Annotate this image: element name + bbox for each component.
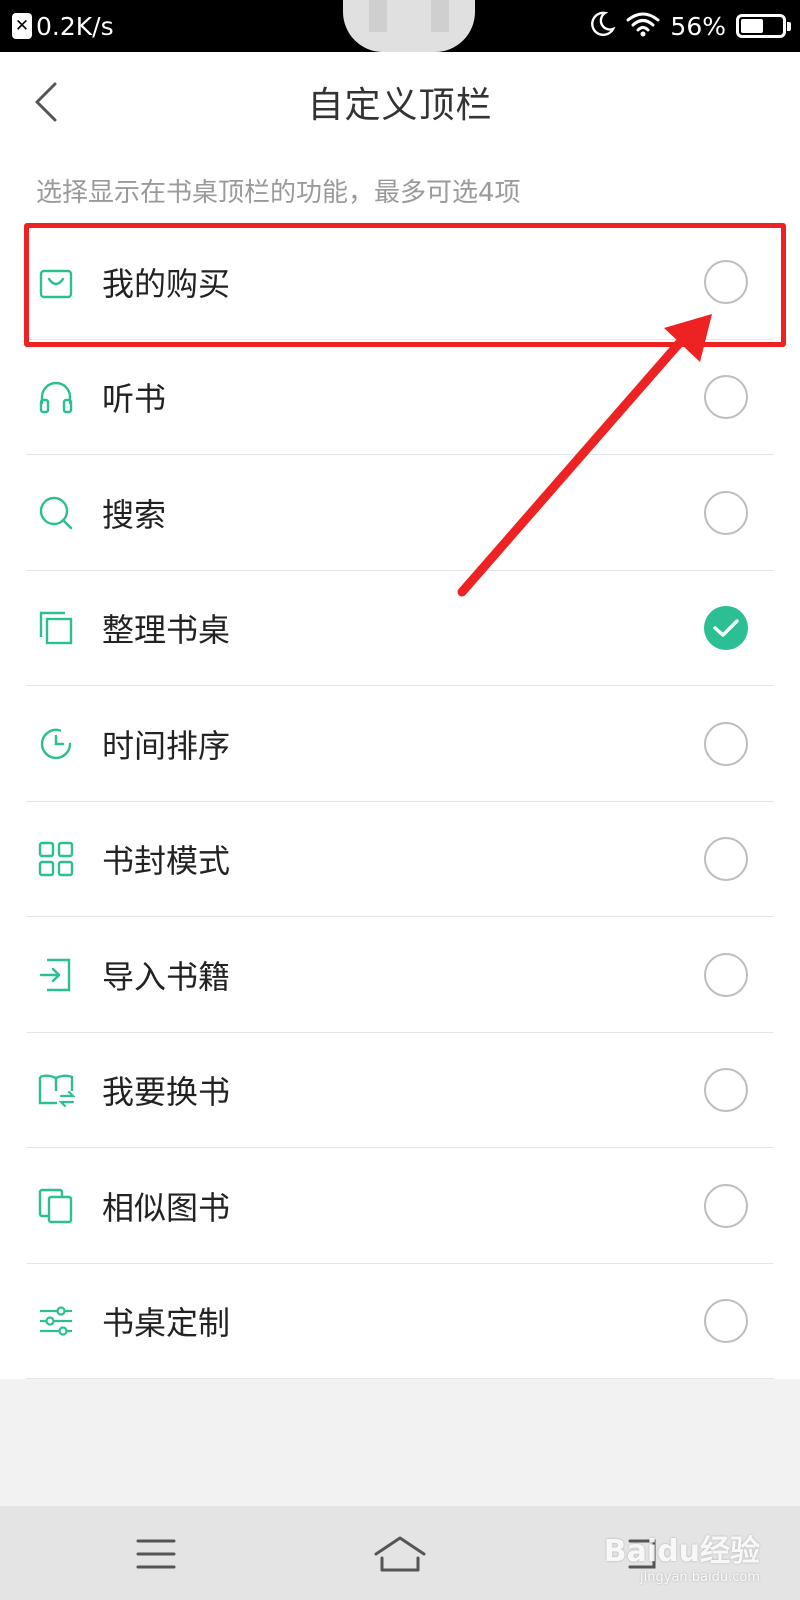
- organize-icon: [36, 608, 76, 648]
- watermark-url: jingyan.baidu.com: [640, 1570, 760, 1585]
- home-button[interactable]: [370, 1526, 430, 1582]
- list-item-label: 搜索: [102, 495, 167, 534]
- status-bar: ✕ 0.2K/s 56%: [0, 0, 800, 52]
- list-item-label: 导入书籍: [102, 957, 231, 996]
- checkmark-icon: [713, 619, 739, 637]
- list-item-similar[interactable]: 相似图书: [0, 1148, 800, 1264]
- battery-level: [741, 19, 764, 33]
- subtitle-area: 选择显示在书桌顶栏的功能，最多可选4项: [0, 152, 800, 224]
- list-item-exchange[interactable]: 我要换书: [0, 1033, 800, 1148]
- wifi-icon: [626, 10, 660, 42]
- exchange-book-icon: [36, 1070, 76, 1110]
- radio-unchecked[interactable]: [704, 1068, 748, 1113]
- battery-icon: [736, 14, 791, 38]
- list-item-import[interactable]: 导入书籍: [0, 917, 800, 1033]
- page: ✕ 0.2K/s 56% 自定义顶栏 选择显示在书桌顶栏的功能，最多可选4项 我…: [0, 0, 800, 1600]
- radio-unchecked[interactable]: [704, 1299, 748, 1344]
- sliders-icon: [36, 1301, 76, 1341]
- list-item-time-sort[interactable]: 时间排序: [0, 686, 800, 802]
- camera-notch: [343, 0, 475, 52]
- menu-icon: [136, 1539, 176, 1569]
- divider: [26, 1378, 774, 1379]
- radio-unchecked[interactable]: [704, 721, 748, 766]
- menu-button[interactable]: [126, 1526, 186, 1582]
- battery-percent: 56%: [670, 11, 726, 41]
- radio-unchecked[interactable]: [704, 259, 748, 304]
- radio-unchecked[interactable]: [704, 952, 748, 997]
- list-item-label: 整理书桌: [102, 611, 231, 650]
- watermark: Baidu经验 jingyan.baidu.com: [604, 1526, 760, 1585]
- back-button[interactable]: [18, 74, 74, 130]
- radio-unchecked[interactable]: [704, 837, 748, 882]
- radio-unchecked[interactable]: [704, 1183, 748, 1228]
- list-item-purchases[interactable]: 我的购买: [0, 224, 800, 340]
- radio-unchecked[interactable]: [704, 490, 748, 535]
- list-item-label: 相似图书: [102, 1188, 231, 1227]
- watermark-brand: Baidu经验: [603, 1534, 760, 1569]
- radio-checked[interactable]: [704, 606, 748, 651]
- search-icon: [36, 493, 76, 533]
- list-item-search[interactable]: 搜索: [0, 455, 800, 571]
- status-left: ✕ 0.2K/s: [0, 12, 114, 41]
- network-speed: 0.2K/s: [36, 11, 114, 41]
- list-item-label: 听书: [102, 380, 167, 419]
- import-icon: [36, 955, 76, 995]
- list-item-organize[interactable]: 整理书桌: [0, 571, 800, 686]
- list-item-audiobook[interactable]: 听书: [0, 340, 800, 455]
- chevron-left-icon: [35, 82, 57, 122]
- list-item-label: 时间排序: [102, 726, 231, 765]
- shopping-bag-icon: [36, 262, 76, 302]
- notification-x-icon: ✕: [12, 13, 32, 39]
- list-item-label: 我的购买: [102, 264, 231, 303]
- home-icon: [374, 1536, 426, 1572]
- list-item-label: 书桌定制: [102, 1304, 231, 1343]
- headphones-icon: [36, 377, 76, 417]
- list-item-label: 我要换书: [102, 1073, 231, 1112]
- radio-unchecked[interactable]: [704, 375, 748, 420]
- similar-books-icon: [36, 1186, 76, 1226]
- grid-icon: [36, 839, 76, 879]
- subtitle: 选择显示在书桌顶栏的功能，最多可选4项: [36, 178, 521, 208]
- moon-icon: [588, 10, 616, 42]
- page-title: 自定义顶栏: [307, 85, 493, 126]
- status-right: 56%: [588, 0, 791, 52]
- list-item-desk-custom[interactable]: 书桌定制: [0, 1264, 800, 1379]
- list-item-label: 书封模式: [102, 842, 231, 881]
- app-header: 自定义顶栏: [0, 52, 800, 152]
- feature-list: 我的购买 听书 搜索 整理书桌 时间排序 书封模式 导入书籍 我要换书 相似图书…: [0, 224, 800, 1379]
- list-item-cover-mode[interactable]: 书封模式: [0, 802, 800, 917]
- clock-icon: [36, 724, 76, 764]
